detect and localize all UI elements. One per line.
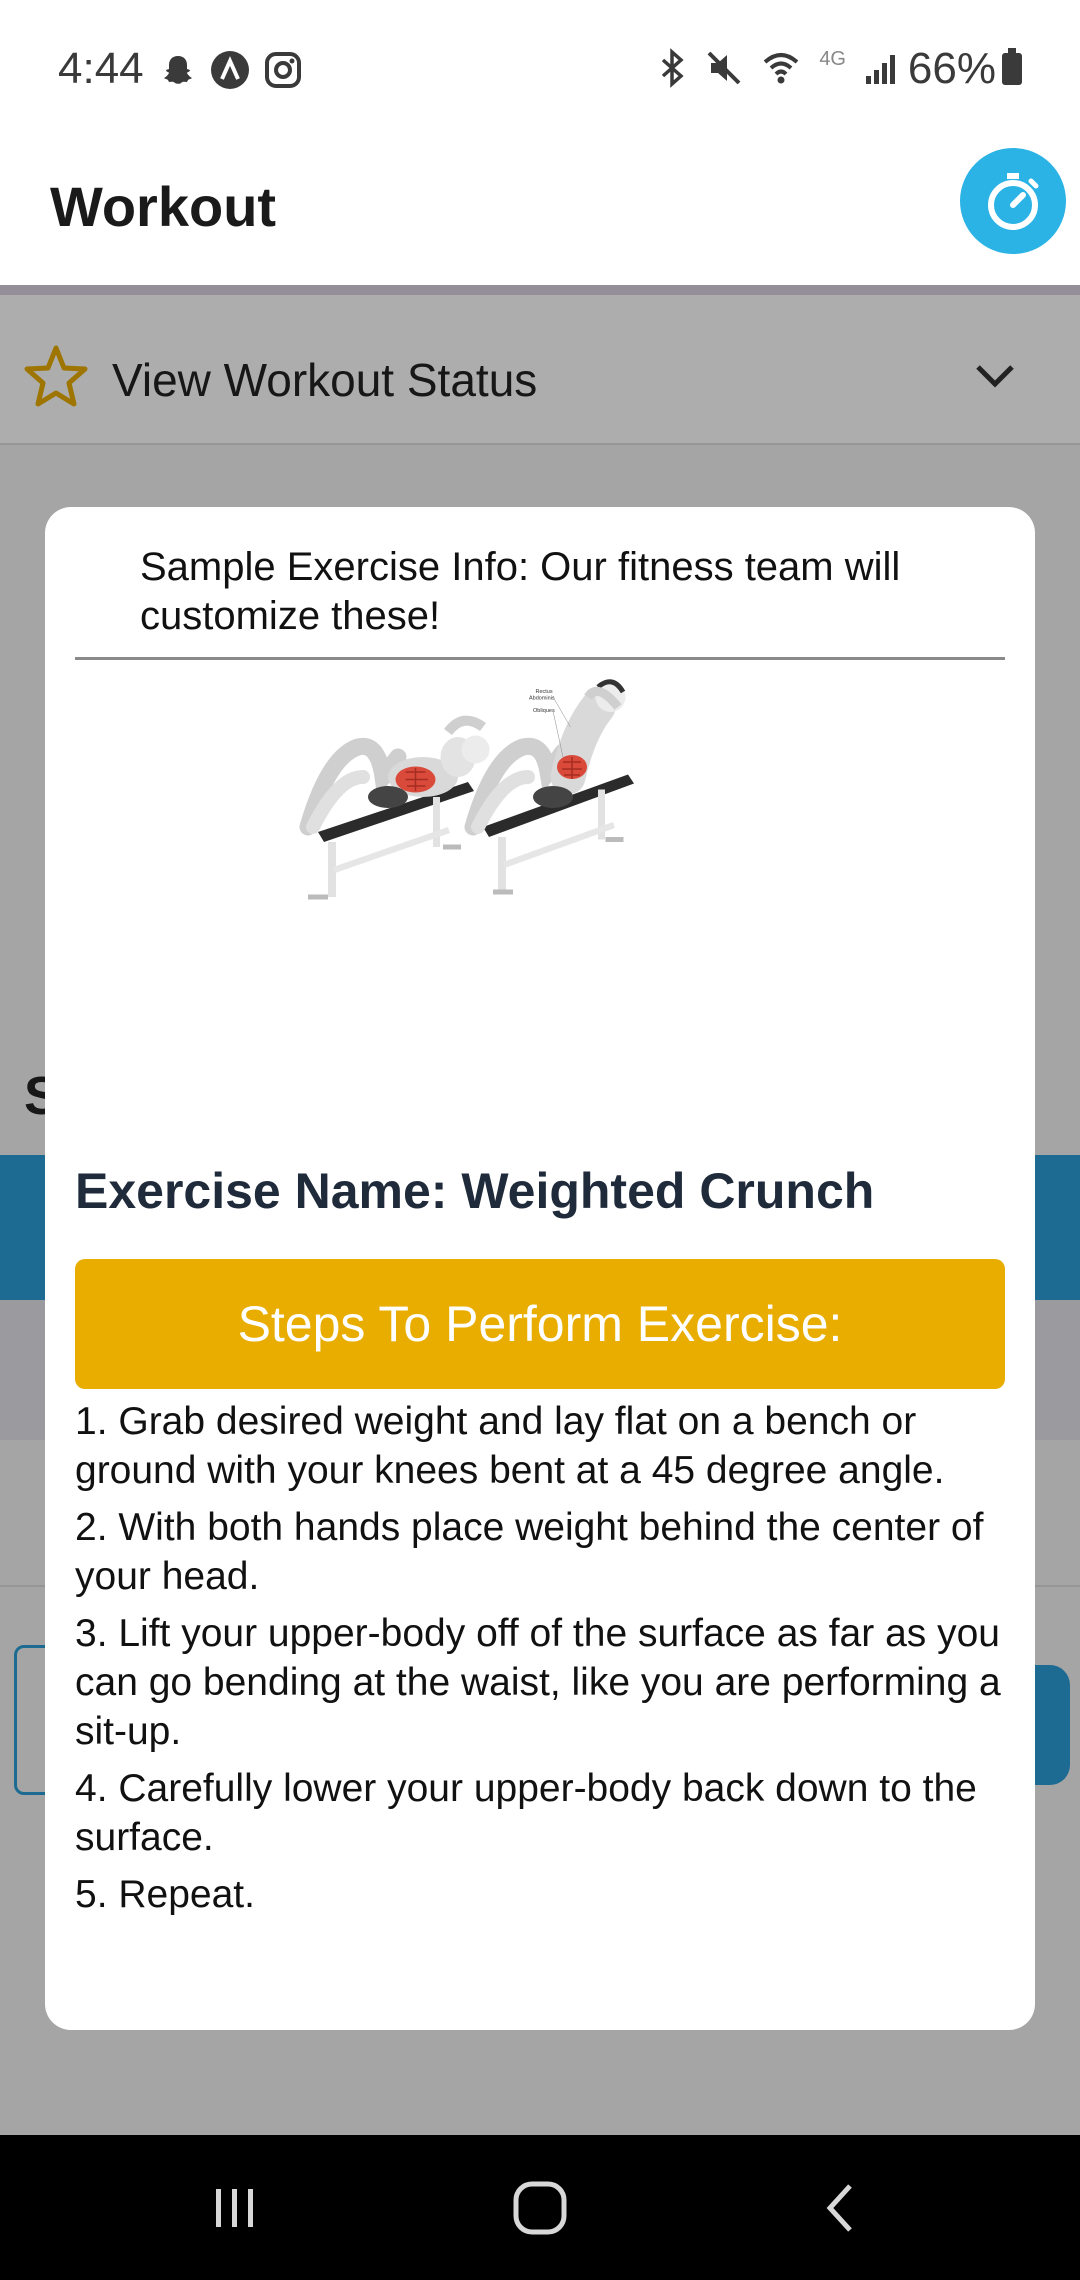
app-header: Workout: [0, 140, 1080, 285]
label-abdominis: Abdominis: [529, 696, 555, 702]
recent-apps-icon: [216, 2188, 253, 2227]
exercise-steps-list: 1. Grab desired weight and lay flat on a…: [75, 1397, 1010, 1927]
steps-button-label: Steps To Perform Exercise:: [237, 1296, 843, 1352]
list-item: 3. Lift your upper-body off of the surfa…: [75, 1612, 1001, 1753]
mute-icon: [707, 51, 741, 85]
status-notification-icons: [160, 50, 302, 90]
app-a-icon: [211, 51, 249, 89]
bluetooth-icon: [662, 48, 684, 88]
signal-icon: [866, 55, 895, 84]
list-item: 5. Repeat.: [75, 1873, 255, 1916]
back-button[interactable]: [800, 2135, 880, 2280]
status-system-icons: 4G: [657, 48, 900, 88]
system-navigation-bar: [0, 2135, 1080, 2280]
snapchat-icon: [164, 56, 192, 84]
label-obliques: Obliques: [533, 708, 555, 714]
list-item: 2. With both hands place weight behind t…: [75, 1506, 984, 1598]
status-bar: 4:44 4G 66%: [0, 0, 1080, 140]
exercise-info-modal: Sample Exercise Info: Our fitness team w…: [45, 507, 1035, 2030]
wifi-icon: [763, 53, 799, 84]
timer-button[interactable]: [960, 148, 1066, 254]
recent-apps-button[interactable]: [195, 2135, 275, 2280]
status-time: 4:44: [58, 44, 144, 93]
home-button[interactable]: [500, 2135, 580, 2280]
modal-divider: [75, 657, 1005, 660]
battery-percent: 66%: [907, 44, 996, 93]
page-title: Workout: [50, 175, 277, 238]
steps-to-perform-button[interactable]: Steps To Perform Exercise:: [75, 1259, 1005, 1389]
exercise-name: Exercise Name: Weighted Crunch: [75, 1163, 875, 1219]
battery-indicator: 66%: [908, 44, 1022, 94]
back-icon: [826, 2183, 852, 2232]
label-rectus: Rectus: [536, 689, 553, 695]
stopwatch-icon: [988, 173, 1039, 230]
exercise-illustration: Rectus Abdominis Obliques: [299, 679, 634, 900]
instagram-icon: [265, 52, 301, 88]
network-type-label: 4G: [819, 48, 846, 70]
list-item: 4. Carefully lower your upper-body back …: [75, 1767, 977, 1859]
battery-icon: [1002, 48, 1022, 85]
modal-header-text: Sample Exercise Info: Our fitness team w…: [140, 545, 901, 638]
home-icon: [513, 2181, 567, 2234]
list-item: 1. Grab desired weight and lay flat on a…: [75, 1400, 945, 1492]
